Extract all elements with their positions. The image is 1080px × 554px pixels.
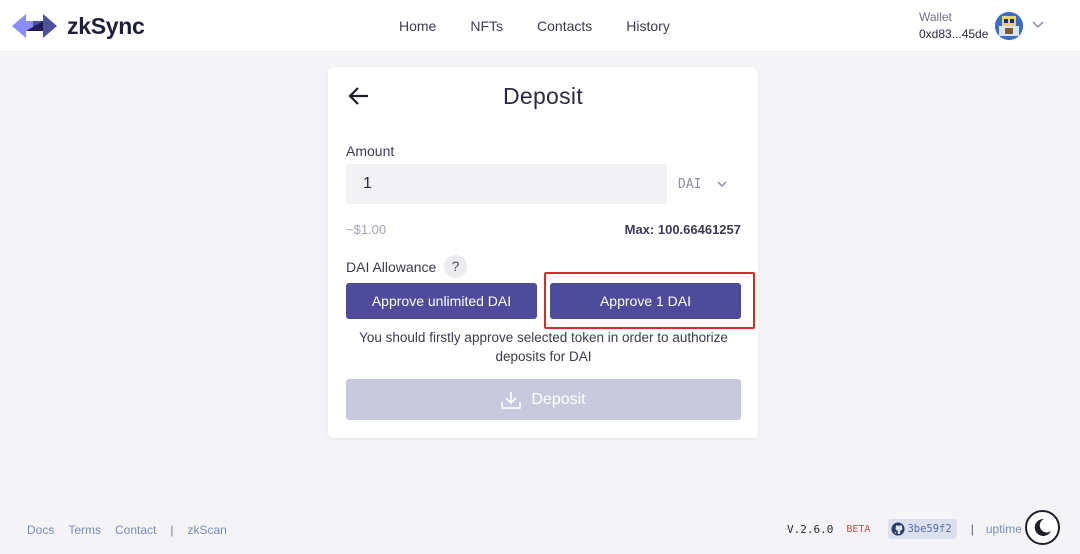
footer-docs[interactable]: Docs bbox=[27, 523, 54, 537]
allowance-label: DAI Allowance bbox=[346, 259, 437, 275]
help-icon[interactable]: ? bbox=[444, 255, 467, 278]
footer-separator: | bbox=[170, 523, 174, 537]
commit-hash: 3be59f2 bbox=[907, 523, 952, 535]
approve-amount-button[interactable]: Approve 1 DAI bbox=[550, 283, 741, 319]
nav-nfts[interactable]: NFTs bbox=[470, 18, 503, 34]
nav-home[interactable]: Home bbox=[399, 18, 436, 34]
footer-meta: V.2.6.0 BETA 3be59f2 | uptime bbox=[787, 518, 1022, 540]
footer-links: Docs Terms Contact | zkScan bbox=[27, 523, 241, 537]
amount-input[interactable] bbox=[346, 164, 667, 204]
version-label: V.2.6.0 bbox=[787, 522, 834, 536]
brand-name: zkSync bbox=[67, 12, 145, 39]
top-header: zkSync Home NFTs Contacts History Wallet… bbox=[0, 0, 1080, 52]
approve-unlimited-button[interactable]: Approve unlimited DAI bbox=[346, 283, 537, 319]
wallet-address: 0xd83...45de bbox=[919, 27, 989, 41]
footer-zkscan[interactable]: zkScan bbox=[188, 523, 227, 537]
nav-contacts[interactable]: Contacts bbox=[537, 18, 592, 34]
moon-icon bbox=[1034, 518, 1051, 536]
zksync-logo-icon bbox=[12, 14, 57, 38]
amount-label: Amount bbox=[346, 143, 395, 159]
usd-value: ~$1.00 bbox=[346, 222, 387, 237]
download-icon bbox=[501, 391, 522, 409]
main-nav: Home NFTs Contacts History bbox=[399, 18, 704, 34]
approve-hint: You should firstly approve selected toke… bbox=[359, 330, 728, 364]
deposit-button[interactable]: Deposit bbox=[346, 379, 741, 420]
beta-badge: BETA bbox=[846, 523, 871, 535]
wallet-label: Wallet bbox=[919, 10, 952, 24]
github-icon bbox=[891, 522, 906, 536]
footer-terms[interactable]: Terms bbox=[68, 523, 101, 537]
page-title: Deposit bbox=[502, 83, 584, 109]
footer-contact[interactable]: Contact bbox=[115, 523, 156, 537]
avatar[interactable] bbox=[995, 12, 1023, 40]
chevron-down-icon[interactable] bbox=[1032, 21, 1044, 29]
max-amount[interactable]: Max: 100.66461257 bbox=[625, 222, 741, 237]
token-name: DAI bbox=[678, 176, 702, 192]
footer-separator: | bbox=[970, 522, 974, 536]
theme-toggle-button[interactable] bbox=[1025, 510, 1060, 545]
deposit-card: Deposit Amount DAI ~$1.00 Max: 100.66461… bbox=[328, 67, 758, 438]
chevron-down-icon bbox=[717, 180, 728, 187]
wallet-info[interactable]: Wallet 0xd83...45de bbox=[919, 10, 988, 41]
footer-uptime[interactable]: uptime bbox=[986, 522, 1022, 536]
deposit-button-label: Deposit bbox=[531, 390, 586, 408]
nav-history[interactable]: History bbox=[626, 18, 670, 34]
token-select[interactable]: DAI bbox=[678, 174, 728, 194]
commit-link[interactable]: 3be59f2 bbox=[888, 519, 957, 539]
brand-logo[interactable]: zkSync bbox=[12, 12, 145, 40]
